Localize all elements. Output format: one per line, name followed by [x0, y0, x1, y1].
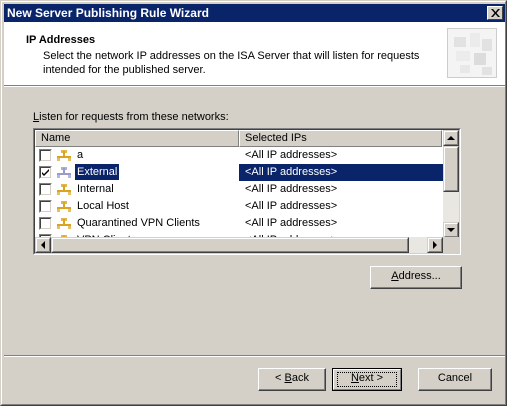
network-icon: [56, 184, 72, 195]
network-selected-ips: <All IP addresses>: [245, 217, 338, 229]
network-name: a: [77, 149, 84, 161]
scroll-down-button[interactable]: [443, 222, 459, 238]
horizontal-scrollbar[interactable]: [35, 237, 443, 253]
window-title: New Server Publishing Rule Wizard: [7, 6, 209, 20]
arrow-down-icon: [447, 228, 455, 232]
network-checkbox[interactable]: [39, 183, 52, 196]
network-icon: [56, 218, 72, 229]
network-checkbox[interactable]: [39, 149, 52, 162]
next-button[interactable]: Next >: [332, 368, 402, 391]
network-row[interactable]: a <All IP addresses>: [35, 147, 443, 164]
network-row[interactable]: Quarantined VPN Clients <All IP addresses…: [35, 215, 443, 232]
network-selected-ips: <All IP addresses>: [245, 166, 338, 178]
back-button-label-pre: <: [275, 372, 285, 384]
network-checkbox[interactable]: [39, 166, 52, 179]
arrow-left-icon: [41, 241, 45, 249]
network-checkbox[interactable]: [39, 217, 52, 230]
close-button[interactable]: [487, 6, 503, 20]
vertical-scroll-thumb[interactable]: [443, 146, 459, 192]
window-frame: New Server Publishing Rule Wizard IP Add…: [1, 1, 506, 405]
wizard-window: New Server Publishing Rule Wizard IP Add…: [0, 0, 507, 406]
network-name: Local Host: [77, 200, 129, 212]
network-name: Internal: [77, 183, 114, 195]
network-selected-ips: <All IP addresses>: [245, 183, 338, 195]
address-button[interactable]: Address...: [370, 266, 462, 289]
address-button-accelerator: A: [391, 270, 399, 282]
back-button-accelerator: B: [284, 372, 292, 384]
page-title: IP Addresses: [26, 34, 96, 46]
focus-rectangle: [337, 372, 397, 387]
network-selected-ips: <All IP addresses>: [245, 200, 338, 212]
vertical-scrollbar[interactable]: [443, 130, 459, 238]
checkmark-icon: [42, 169, 49, 176]
network-selected-ips: <All IP addresses>: [245, 149, 338, 161]
address-button-label: ddress...: [398, 270, 441, 282]
column-header-name[interactable]: Name: [35, 130, 239, 147]
network-row[interactable]: Local Host <All IP addresses>: [35, 198, 443, 215]
scroll-left-button[interactable]: [35, 237, 51, 253]
networks-label: Listen for requests from these networks:: [33, 111, 229, 123]
scroll-up-button[interactable]: [443, 130, 459, 146]
column-header-selected-ips[interactable]: Selected IPs: [239, 130, 442, 147]
network-name: Quarantined VPN Clients: [77, 217, 200, 229]
horizontal-scroll-thumb[interactable]: [51, 237, 409, 253]
network-row[interactable]: Internal <All IP addresses>: [35, 181, 443, 198]
title-bar[interactable]: New Server Publishing Rule Wizard: [4, 4, 505, 22]
network-row[interactable]: External <All IP addresses>: [35, 163, 443, 181]
network-checkbox[interactable]: [39, 200, 52, 213]
network-icon: [56, 150, 72, 161]
cancel-button-label: Cancel: [437, 372, 473, 384]
network-icon: [56, 167, 72, 178]
networks-label-text: isten for requests from these networks:: [39, 111, 229, 123]
cancel-button[interactable]: Cancel: [418, 368, 492, 391]
scroll-right-button[interactable]: [427, 237, 443, 253]
arrow-up-icon: [447, 136, 455, 140]
back-button-label: ack: [291, 372, 309, 384]
networks-list[interactable]: Name Selected IPs a <All IP addresses> Ext…: [33, 128, 461, 255]
close-icon: [491, 9, 500, 17]
page-description: Select the network IP addresses on the I…: [43, 50, 420, 76]
network-icon: [56, 201, 72, 212]
back-button[interactable]: < Back: [258, 368, 326, 391]
network-name: External: [73, 163, 121, 181]
wizard-header: IP Addresses Select the network IP addre…: [4, 22, 505, 85]
scrollbar-corner: [443, 237, 459, 253]
wizard-graphic-icon: [447, 28, 497, 78]
header-separator: [4, 85, 505, 87]
networks-list-inner: Name Selected IPs a <All IP addresses> Ext…: [34, 129, 460, 254]
footer-separator: [4, 355, 505, 357]
arrow-right-icon: [433, 241, 437, 249]
